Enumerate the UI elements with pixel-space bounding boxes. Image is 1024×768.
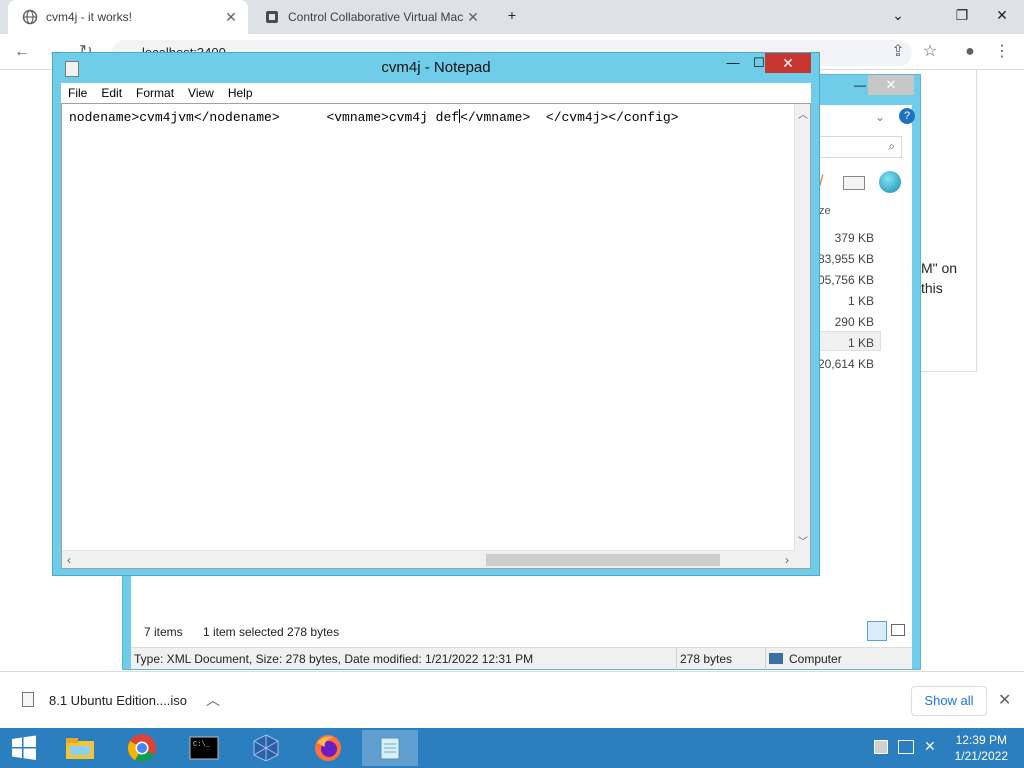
close-tab-icon[interactable]: ✕	[464, 9, 482, 26]
explorer-close-button[interactable]: ✕	[868, 75, 914, 95]
status-location: Computer	[789, 652, 842, 666]
explorer-toolbar-fragment: /	[819, 171, 919, 199]
file-icon	[22, 692, 34, 707]
size-column-header[interactable]: ze	[819, 205, 831, 217]
status-size: 278 bytes	[680, 652, 733, 666]
notepad-icon[interactable]	[362, 730, 418, 766]
divider	[765, 648, 766, 670]
page-text-line: M" on	[921, 260, 958, 276]
scroll-down-icon[interactable]: ﹀	[798, 533, 808, 548]
virtualbox-icon[interactable]	[238, 730, 294, 766]
close-window-icon[interactable]: ✕	[984, 0, 1020, 34]
close-button[interactable]: ✕	[765, 53, 811, 73]
menu-file[interactable]: File	[61, 86, 94, 100]
globe-icon	[22, 9, 38, 25]
bookmark-star-icon[interactable]: ☆	[916, 38, 944, 66]
back-icon[interactable]: ←	[8, 38, 36, 66]
divider	[676, 648, 677, 670]
window-title: cvm4j - Notepad	[381, 59, 491, 76]
show-all-button[interactable]: Show all	[911, 686, 987, 716]
tab-title: cvm4j - it works!	[46, 10, 133, 24]
details-view-icon[interactable]	[867, 621, 887, 641]
document-text[interactable]: nodename>cvm4jvm</nodename> <vmname>cvm4…	[69, 109, 679, 125]
download-bar: 8.1 Ubuntu Edition....iso ︿ Show all ✕	[0, 671, 1024, 728]
close-download-bar-icon[interactable]: ✕	[998, 690, 1011, 710]
menu-view[interactable]: View	[181, 86, 221, 100]
globe-icon[interactable]	[879, 171, 901, 193]
search-input[interactable]: ⌕	[819, 136, 902, 158]
items-count: 7 items	[144, 625, 183, 639]
minimize-icon[interactable]: —	[719, 53, 747, 75]
vertical-scrollbar[interactable]: ︿ ﹀	[794, 104, 810, 550]
menu-bar: File Edit Format View Help	[61, 83, 811, 103]
file-size: 520,614 KB	[811, 357, 874, 371]
tab-title: Control Collaborative Virtual Mac	[288, 10, 464, 24]
search-icon: ⌕	[888, 139, 895, 153]
share-icon[interactable]: ⇪	[884, 38, 912, 66]
help-icon[interactable]: ?	[899, 108, 915, 124]
page-text: M" on this	[921, 258, 957, 298]
menu-edit[interactable]: Edit	[94, 86, 129, 100]
restore-window-icon[interactable]: ❐	[944, 0, 980, 34]
chevron-up-icon[interactable]: ︿	[206, 690, 220, 710]
volume-muted-icon[interactable]: ✕	[924, 738, 936, 755]
firefox-icon[interactable]	[300, 730, 356, 766]
horizontal-scrollbar[interactable]: ‹ ›	[62, 550, 794, 568]
file-size: 105,756 KB	[811, 273, 874, 287]
clock-date: 1/21/2022	[954, 749, 1008, 763]
chevron-down-icon[interactable]: ⌄	[875, 110, 885, 124]
taskbar: C:\_ ✕ 12:39 PM 1/21/2022	[0, 728, 1024, 768]
explorer-status-bar: Type: XML Document, Size: 278 bytes, Dat…	[131, 647, 912, 670]
tab-search-icon[interactable]: ⌄	[880, 0, 916, 34]
more-menu-icon[interactable]: ⋮	[988, 38, 1016, 66]
scroll-up-icon[interactable]: ︿	[798, 106, 808, 121]
file-size: 1 KB	[847, 294, 874, 308]
svg-text:C:\_: C:\_	[193, 741, 211, 749]
scroll-corner	[794, 550, 810, 568]
large-icons-view-icon[interactable]	[891, 624, 905, 636]
menu-help[interactable]: Help	[221, 86, 260, 100]
page-text-line: this	[921, 280, 943, 296]
file-size: 83,955 KB	[817, 252, 874, 266]
file-size: 379 KB	[834, 231, 874, 245]
new-tab-button[interactable]: +	[494, 0, 530, 34]
selected-info: 1 item selected 278 bytes	[203, 625, 340, 639]
horizontal-scroll-thumb[interactable]	[486, 554, 720, 566]
profile-avatar-icon[interactable]: ●	[956, 38, 984, 66]
clock-time: 12:39 PM	[955, 733, 1007, 747]
tab-control-collaborative[interactable]: Control Collaborative Virtual Mac ✕	[250, 0, 490, 34]
file-explorer-icon[interactable]	[52, 730, 108, 766]
computer-icon	[769, 653, 783, 664]
text-after-caret: </vmname> </cvm4j></config>	[460, 110, 679, 125]
download-file-name[interactable]: 8.1 Ubuntu Edition....iso	[49, 693, 187, 708]
menu-format[interactable]: Format	[129, 86, 181, 100]
page-content-card	[920, 70, 977, 372]
maximize-icon[interactable]	[843, 75, 871, 95]
vm-icon	[266, 11, 278, 23]
chrome-icon[interactable]	[114, 730, 170, 766]
text-editor-area[interactable]: nodename>cvm4jvm</nodename> <vmname>cvm4…	[61, 103, 811, 569]
cmd-icon[interactable]: C:\_	[176, 730, 232, 766]
start-icon[interactable]	[0, 730, 48, 766]
file-size: 1 KB	[847, 336, 874, 350]
notepad-window[interactable]: cvm4j - Notepad — ☐ ✕ File Edit Format V…	[52, 52, 820, 576]
tab-cvm4j[interactable]: cvm4j - it works! ✕	[8, 0, 248, 34]
scroll-left-icon[interactable]: ‹	[67, 553, 71, 567]
file-size: 290 KB	[834, 315, 874, 329]
network-icon[interactable]	[898, 740, 914, 754]
tab-strip: cvm4j - it works! ✕ Control Collaborativ…	[0, 0, 1024, 34]
close-tab-icon[interactable]: ✕	[222, 9, 240, 26]
status-type: Type: XML Document, Size: 278 bytes, Dat…	[134, 652, 534, 666]
text-before-caret: nodename>cvm4jvm</nodename> <vmname>cvm4…	[69, 110, 460, 125]
action-center-flag-icon[interactable]	[874, 740, 888, 754]
explorer-nav-fragment: ⌄ ?	[819, 107, 919, 127]
system-clock[interactable]: 12:39 PM 1/21/2022	[955, 732, 1008, 764]
preview-pane-icon[interactable]	[843, 176, 865, 190]
scroll-right-icon[interactable]: ›	[785, 553, 789, 567]
